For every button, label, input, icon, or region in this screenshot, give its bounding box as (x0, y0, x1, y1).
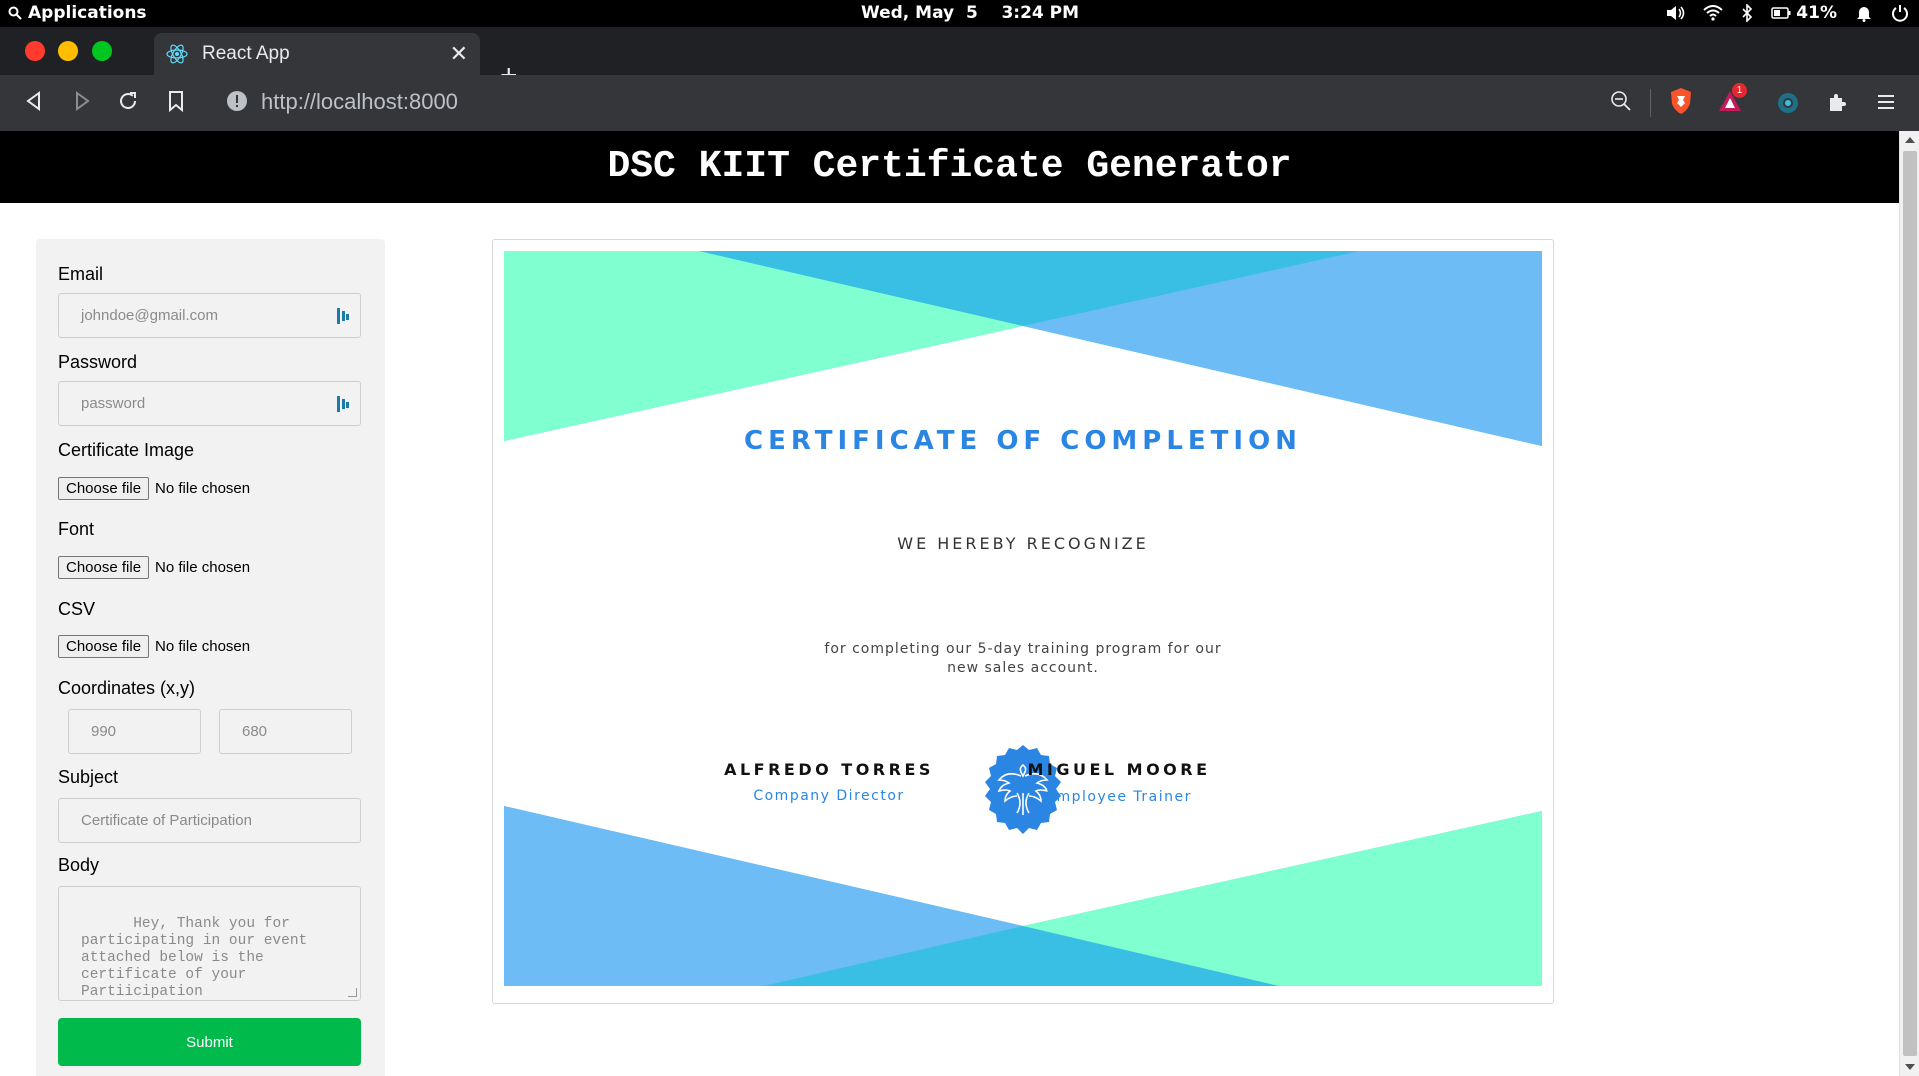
battery-percent: 41% (1796, 3, 1837, 23)
certificate-preview: CERTIFICATE OF COMPLETION WE HEREBY RECO… (492, 239, 1554, 1004)
password-manager-icon[interactable] (336, 395, 350, 413)
web-page: DSC KIIT Certificate Generator Email joh… (0, 131, 1899, 1076)
forward-icon[interactable] (72, 90, 92, 112)
clock[interactable]: Wed, May 5 3:24 PM (860, 3, 1080, 23)
certificate-recognize-text: WE HEREBY RECOGNIZE (897, 534, 1149, 553)
tab-close-icon[interactable]: ✕ (450, 41, 468, 67)
password-label: Password (58, 352, 138, 372)
csv-file-input: Choose file No file chosen (58, 635, 250, 658)
battery-icon (1771, 7, 1791, 19)
certificate-background (504, 251, 1542, 986)
signer-1-role: Company Director (753, 788, 905, 804)
battery-indicator[interactable]: 41% (1771, 3, 1837, 23)
coord-x-placeholder: 990 (91, 723, 117, 740)
choose-file-button[interactable]: Choose file (58, 477, 150, 500)
certificate-image-label: Certificate Image (58, 440, 195, 460)
signer-2-name: MIGUEL MOORE (1027, 760, 1211, 779)
email-label: Email (58, 264, 104, 284)
certificate-body-text: for completing our 5-day training progra… (824, 641, 1222, 676)
system-tray: 41% (1665, 3, 1909, 23)
font-file-input: Choose file No file chosen (58, 556, 250, 579)
no-file-text: No file chosen (155, 638, 251, 655)
signer-1-name: ALFREDO TORRES (724, 760, 934, 779)
no-file-text: No file chosen (155, 480, 251, 497)
power-icon[interactable] (1891, 4, 1909, 22)
back-icon[interactable] (24, 90, 44, 112)
signer-2-role: Employee Trainer (1046, 789, 1192, 805)
resize-handle[interactable] (348, 988, 357, 997)
page-scrollbar[interactable] (1899, 131, 1919, 1076)
extensions-puzzle-icon[interactable] (1826, 90, 1850, 114)
zoom-out-icon[interactable] (1610, 90, 1632, 112)
menu-hamburger-icon[interactable] (1878, 93, 1896, 111)
window-minimize-button[interactable] (58, 41, 78, 61)
reload-icon[interactable] (117, 90, 139, 112)
subject-placeholder: Certificate of Participation (81, 812, 252, 829)
notification-bell-icon[interactable] (1855, 4, 1873, 22)
applications-label: Applications (28, 3, 147, 23)
brave-rewards[interactable]: 1 (1717, 83, 1747, 120)
wifi-icon[interactable] (1703, 5, 1723, 21)
coord-y-placeholder: 680 (242, 723, 268, 740)
certificate: CERTIFICATE OF COMPLETION WE HEREBY RECO… (504, 251, 1542, 986)
email-input[interactable]: johndoe@gmail.com (58, 293, 361, 338)
volume-icon[interactable] (1665, 4, 1685, 22)
coord-y-input[interactable]: 680 (219, 709, 352, 754)
window-maximize-button[interactable] (92, 41, 112, 61)
password-manager-icon[interactable] (336, 307, 350, 325)
scroll-up-arrow-icon[interactable] (1905, 137, 1915, 143)
submit-button[interactable]: Submit (58, 1018, 361, 1066)
subject-label: Subject (58, 767, 119, 787)
site-info-icon[interactable] (226, 90, 248, 112)
password-placeholder: password (81, 395, 146, 412)
bookmark-icon[interactable] (167, 90, 185, 112)
subject-input[interactable]: Certificate of Participation (58, 798, 361, 843)
notification-badge: 1 (1732, 83, 1747, 98)
csv-label: CSV (58, 599, 96, 619)
certificate-image-file-input: Choose file No file chosen (58, 477, 250, 500)
tab-react-app[interactable]: React App ✕ (154, 33, 480, 75)
applications-menu[interactable]: Applications (8, 3, 147, 23)
scroll-down-arrow-icon[interactable] (1905, 1064, 1915, 1070)
browser-toolbar: http://localhost:8000 1 (0, 75, 1919, 131)
os-top-bar: Applications Wed, May 5 3:24 PM 41% (0, 0, 1919, 27)
tab-title: React App (202, 43, 290, 64)
scrollbar-thumb[interactable] (1903, 151, 1917, 1056)
body-label: Body (58, 855, 100, 875)
password-input[interactable]: password (58, 381, 361, 426)
app-header: DSC KIIT Certificate Generator (0, 131, 1899, 203)
coordinates-label: Coordinates (x,y) (58, 678, 196, 698)
certificate-title: CERTIFICATE OF COMPLETION (744, 426, 1302, 456)
choose-file-button[interactable]: Choose file (58, 556, 150, 579)
choose-file-button[interactable]: Choose file (58, 635, 150, 658)
no-file-text: No file chosen (155, 559, 251, 576)
body-placeholder: Hey, Thank you for participating in our … (81, 916, 316, 1000)
form-panel: Email johndoe@gmail.com Password passwor… (36, 239, 385, 1076)
toolbar-separator (1650, 89, 1651, 117)
coord-x-input[interactable]: 990 (68, 709, 201, 754)
extension-circle-icon[interactable] (1777, 92, 1799, 114)
window-close-button[interactable] (25, 41, 45, 61)
browser-tab-strip: React App ✕ + (0, 27, 1919, 91)
body-textarea[interactable]: Hey, Thank you for participating in our … (58, 886, 361, 1001)
react-logo-icon (166, 44, 188, 64)
brave-shield-icon[interactable] (1669, 87, 1693, 115)
search-icon (8, 6, 22, 20)
email-placeholder: johndoe@gmail.com (81, 307, 218, 324)
bluetooth-icon[interactable] (1741, 4, 1753, 22)
address-bar[interactable]: http://localhost:8000 (261, 89, 458, 115)
font-label: Font (58, 519, 95, 539)
